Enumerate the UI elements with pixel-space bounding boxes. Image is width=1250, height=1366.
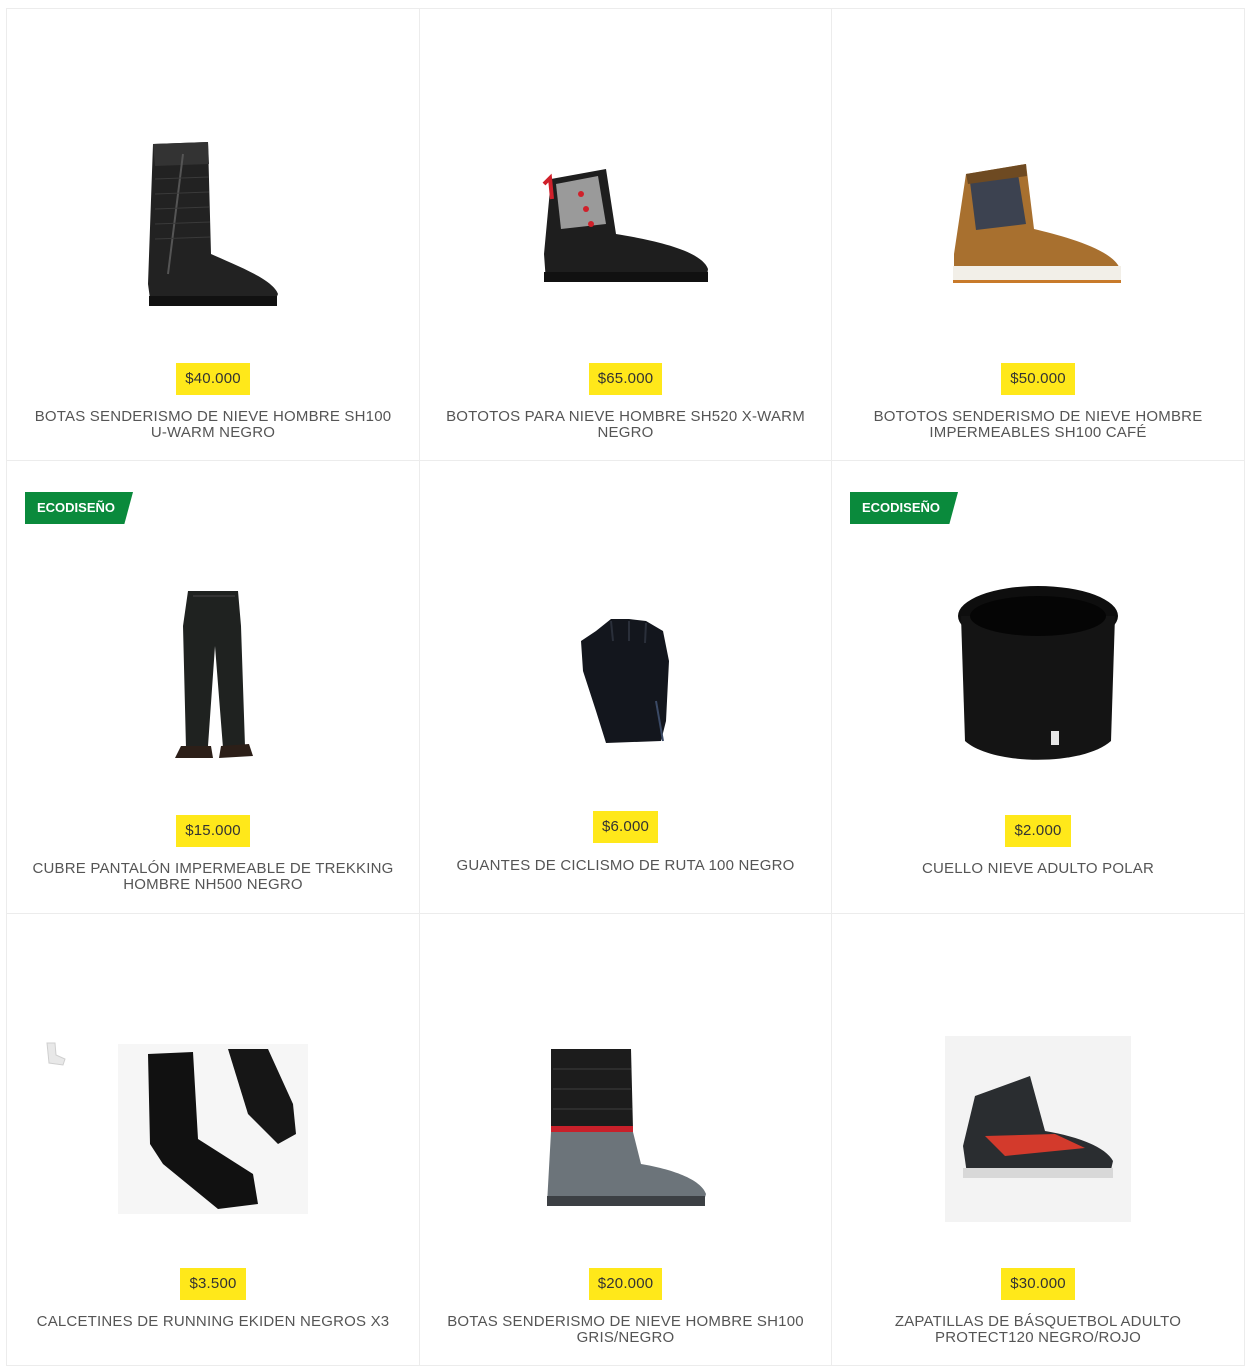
product-title[interactable]: BOTOTOS SENDERISMO DE NIEVE HOMBRE IMPER… bbox=[850, 409, 1226, 441]
product-image[interactable] bbox=[832, 1009, 1244, 1249]
product-title[interactable]: CUELLO NIEVE ADULTO POLAR bbox=[850, 861, 1226, 877]
black-running-socks-icon bbox=[118, 1044, 308, 1214]
product-card[interactable]: $20.000 BOTAS SENDERISMO DE NIEVE HOMBRE… bbox=[420, 914, 832, 1366]
black-cycling-glove-icon bbox=[580, 619, 669, 743]
basketball-shoe-icon bbox=[945, 1036, 1131, 1222]
price-tag: $6.000 bbox=[592, 811, 659, 843]
product-card[interactable]: $40.000 BOTAS SENDERISMO DE NIEVE HOMBRE… bbox=[7, 9, 420, 461]
product-title[interactable]: CUBRE PANTALÓN IMPERMEABLE DE TREKKING H… bbox=[25, 861, 401, 893]
price-tag: $20.000 bbox=[588, 1268, 663, 1300]
brown-hiking-boot-icon bbox=[953, 164, 1121, 283]
price-tag: $2.000 bbox=[1005, 815, 1071, 847]
product-card[interactable]: $30.000 ZAPATILLAS DE BÁSQUETBOL ADULTO … bbox=[832, 914, 1245, 1366]
product-title[interactable]: GUANTES DE CICLISMO DE RUTA 100 NEGRO bbox=[438, 858, 813, 874]
black-rain-pants-icon bbox=[175, 591, 253, 758]
product-image[interactable] bbox=[420, 556, 831, 796]
product-title[interactable]: ZAPATILLAS DE BÁSQUETBOL ADULTO PROTECT1… bbox=[850, 1314, 1226, 1346]
product-card[interactable]: $6.000 GUANTES DE CICLISMO DE RUTA 100 N… bbox=[420, 461, 832, 914]
product-card[interactable]: $3.500 CALCETINES DE RUNNING EKIDEN NEGR… bbox=[7, 914, 420, 1366]
grey-snow-boot-icon bbox=[546, 1049, 706, 1206]
price-tag: $40.000 bbox=[176, 363, 250, 395]
product-title[interactable]: BOTOTOS PARA NIEVE HOMBRE SH520 X-WARM N… bbox=[438, 409, 813, 441]
product-image[interactable] bbox=[7, 1009, 419, 1249]
product-card[interactable]: $50.000 BOTOTOS SENDERISMO DE NIEVE HOMB… bbox=[832, 9, 1245, 461]
product-title[interactable]: CALCETINES DE RUNNING EKIDEN NEGROS X3 bbox=[25, 1314, 401, 1330]
product-card[interactable]: ECODISEÑO $2.000 CUELLO NIEVE ADULTO POL… bbox=[832, 461, 1245, 914]
product-card[interactable]: $65.000 BOTOTOS PARA NIEVE HOMBRE SH520 … bbox=[420, 9, 832, 461]
black-winter-boot-icon bbox=[148, 142, 278, 306]
black-red-hiking-boot-icon bbox=[542, 169, 708, 282]
eco-design-badge: ECODISEÑO bbox=[25, 492, 134, 524]
price-tag: $50.000 bbox=[1001, 363, 1075, 395]
product-image[interactable] bbox=[832, 104, 1244, 344]
product-image[interactable] bbox=[7, 556, 419, 796]
price-tag: $30.000 bbox=[1001, 1268, 1075, 1300]
product-grid: $40.000 BOTAS SENDERISMO DE NIEVE HOMBRE… bbox=[6, 8, 1245, 1366]
price-tag: $15.000 bbox=[176, 815, 250, 847]
product-image[interactable] bbox=[420, 104, 831, 344]
price-tag: $65.000 bbox=[588, 363, 663, 395]
eco-design-badge: ECODISEÑO bbox=[850, 492, 959, 524]
black-neck-warmer-icon bbox=[958, 586, 1118, 760]
price-tag: $3.500 bbox=[180, 1268, 246, 1300]
product-image[interactable] bbox=[7, 104, 419, 344]
product-image[interactable] bbox=[420, 1009, 831, 1249]
product-title[interactable]: BOTAS SENDERISMO DE NIEVE HOMBRE SH100 G… bbox=[438, 1314, 813, 1346]
product-title[interactable]: BOTAS SENDERISMO DE NIEVE HOMBRE SH100 U… bbox=[25, 409, 401, 441]
product-image[interactable] bbox=[832, 556, 1244, 796]
product-card[interactable]: ECODISEÑO $15.000 CUBRE PANTALÓN IMPERME… bbox=[7, 461, 420, 914]
